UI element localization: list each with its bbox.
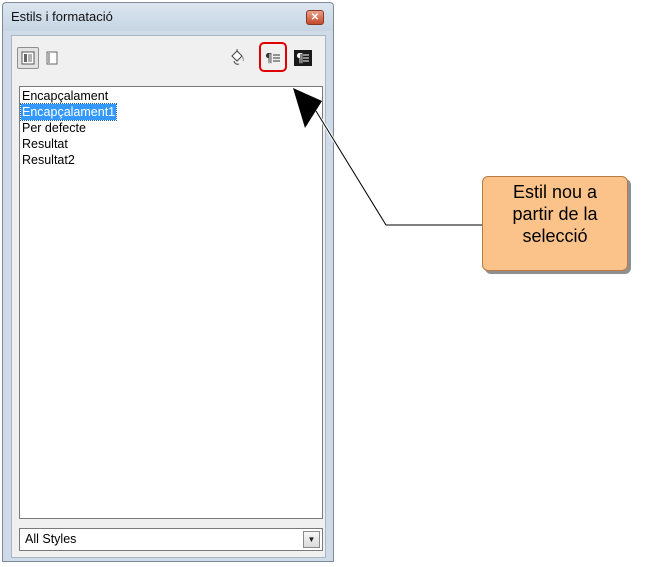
callout-pointer [293,88,482,227]
arrowhead-icon [293,88,322,128]
callout-leader-line [314,110,482,227]
